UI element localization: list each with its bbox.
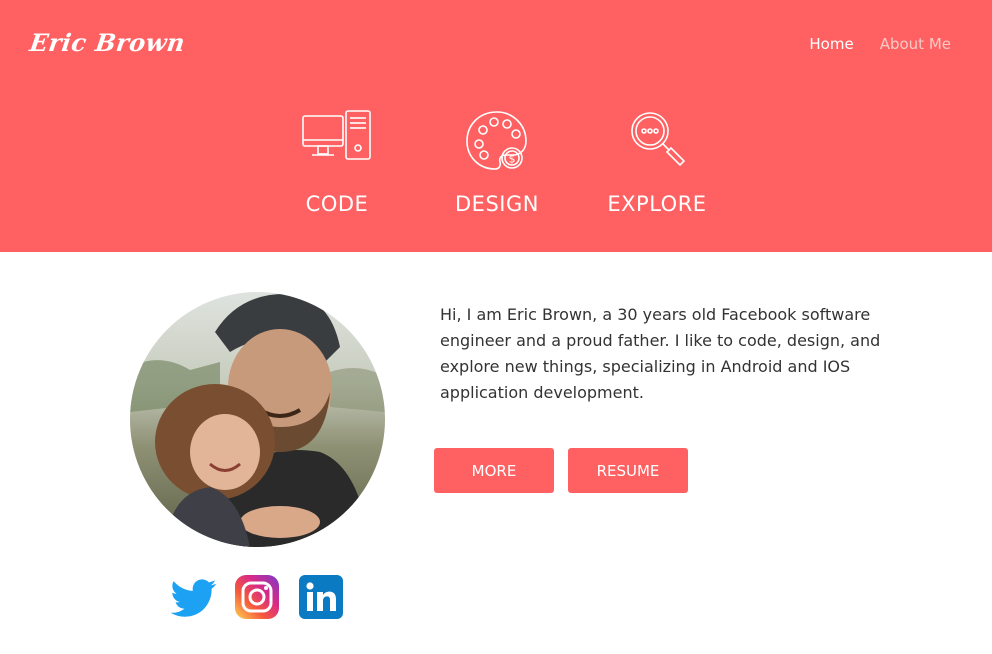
feature-explore: EXPLORE bbox=[577, 110, 737, 216]
top-nav: Home About Me bbox=[809, 35, 951, 53]
bio-text: Hi, I am Eric Brown, a 30 years old Face… bbox=[440, 305, 881, 402]
more-button[interactable]: MORE bbox=[434, 448, 554, 493]
svg-text:$: $ bbox=[509, 153, 516, 166]
feature-code: CODE bbox=[257, 110, 417, 216]
resume-button[interactable]: RESUME bbox=[568, 448, 688, 493]
nav-home-link[interactable]: Home bbox=[809, 35, 853, 53]
profile-photo bbox=[130, 292, 385, 547]
feature-explore-label: EXPLORE bbox=[607, 192, 707, 216]
linkedin-icon[interactable] bbox=[298, 574, 344, 620]
instagram-icon[interactable] bbox=[234, 574, 280, 620]
nav-about-link[interactable]: About Me bbox=[880, 35, 951, 53]
palette-icon: $ bbox=[417, 110, 577, 176]
brand-logo[interactable]: Eric Brown bbox=[28, 28, 187, 57]
twitter-icon[interactable] bbox=[171, 574, 217, 620]
computer-icon bbox=[257, 110, 417, 176]
hero-banner: Eric Brown Home About Me CODE $ DESIGN E… bbox=[0, 0, 992, 252]
feature-design-label: DESIGN bbox=[455, 192, 539, 216]
magnifier-icon bbox=[577, 110, 737, 176]
feature-code-label: CODE bbox=[305, 192, 369, 216]
feature-design: $ DESIGN bbox=[417, 110, 577, 216]
